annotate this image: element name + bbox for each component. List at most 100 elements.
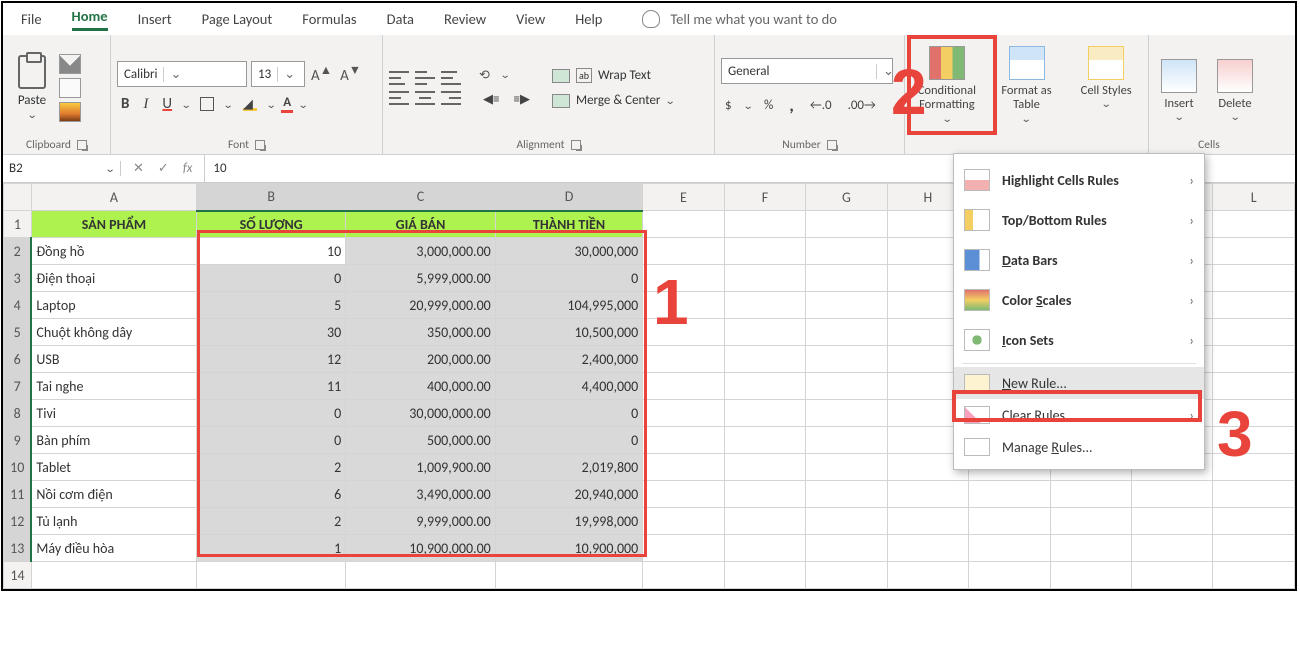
cell-total[interactable]: 19,998,000 [495, 508, 642, 535]
tab-file[interactable]: File [21, 10, 42, 28]
col-header-A[interactable]: A [31, 184, 196, 211]
cell-product[interactable]: Tai nghe [31, 373, 196, 400]
cell-product[interactable]: Bàn phím [31, 427, 196, 454]
tab-page-layout[interactable]: Page Layout [202, 10, 273, 28]
format-painter-button[interactable] [59, 102, 81, 122]
fx-button[interactable]: fx [183, 161, 193, 176]
cell-qty[interactable]: 11 [197, 373, 346, 400]
col-header-F[interactable]: F [724, 184, 805, 211]
tab-view[interactable]: View [516, 10, 545, 28]
insert-cells-button[interactable]: Insert⌄ [1155, 59, 1203, 123]
comma-button[interactable]: , [785, 92, 798, 118]
cell-product[interactable]: Tủ lạnh [31, 508, 196, 535]
cell-qty[interactable]: 6 [197, 481, 346, 508]
increase-decimal-button[interactable]: ←.0 [806, 96, 836, 115]
cell-total[interactable]: 0 [495, 400, 642, 427]
tab-insert[interactable]: Insert [138, 10, 172, 28]
table-header[interactable]: THÀNH TIỀN [495, 211, 642, 238]
cell-qty[interactable]: 5 [197, 292, 346, 319]
cell-price[interactable]: 1,009,900.00 [346, 454, 496, 481]
cell-total[interactable]: 2,019,800 [495, 454, 642, 481]
col-header-C[interactable]: C [346, 184, 496, 211]
tab-review[interactable]: Review [444, 10, 486, 28]
decrease-font-button[interactable]: A▼ [338, 63, 363, 85]
col-header-G[interactable]: G [806, 184, 887, 211]
cell-qty[interactable]: 0 [197, 400, 346, 427]
cell-price[interactable]: 350,000.00 [346, 319, 496, 346]
cell-total[interactable]: 0 [495, 427, 642, 454]
cell-price[interactable]: 500,000.00 [346, 427, 496, 454]
col-header-E[interactable]: E [643, 184, 724, 211]
cell-product[interactable]: Điện thoại [31, 265, 196, 292]
row-header[interactable]: 2 [4, 238, 32, 265]
menu-new-rule[interactable]: New Rule... [954, 367, 1204, 399]
cell-price[interactable]: 400,000.00 [346, 373, 496, 400]
cancel-formula-button[interactable]: ✕ [133, 161, 144, 176]
clipboard-dialog-launcher[interactable] [77, 140, 87, 150]
cell-total[interactable]: 10,500,000 [495, 319, 642, 346]
row-header[interactable]: 11 [4, 481, 32, 508]
table-header[interactable]: SẢN PHẨM [31, 211, 196, 238]
bold-button[interactable]: B [117, 93, 133, 115]
cell-price[interactable]: 200,000.00 [346, 346, 496, 373]
cell-styles-button[interactable]: Cell Styles⌄ [1070, 46, 1142, 110]
align-center-button[interactable] [415, 91, 435, 105]
increase-indent-button[interactable]: ≡▶ [509, 90, 533, 109]
menu-data-bars[interactable]: Data Bars› [954, 240, 1204, 280]
menu-top-bottom-rules[interactable]: Top/Bottom Rules› [954, 200, 1204, 240]
select-all-corner[interactable] [4, 184, 32, 211]
font-color-button[interactable]: A [281, 95, 293, 113]
align-right-button[interactable] [441, 91, 461, 105]
alignment-dialog-launcher[interactable] [571, 140, 581, 150]
menu-color-scales[interactable]: Color Scales› [954, 280, 1204, 320]
formula-value[interactable]: 10 [205, 161, 226, 176]
percent-button[interactable]: % [760, 96, 777, 115]
font-size-combo[interactable]: 13⌄ [251, 61, 305, 87]
col-header-L[interactable]: L [1213, 184, 1295, 211]
font-dialog-launcher[interactable] [255, 140, 265, 150]
menu-icon-sets[interactable]: Icon Sets› [954, 320, 1204, 360]
increase-font-button[interactable]: A▲ [309, 63, 334, 85]
font-name-combo[interactable]: Calibri⌄ [117, 61, 247, 87]
cell-price[interactable]: 10,900,000.00 [346, 535, 496, 562]
tab-formulas[interactable]: Formulas [302, 10, 356, 28]
cell-total[interactable]: 2,400,000 [495, 346, 642, 373]
decrease-decimal-button[interactable]: .00→ [844, 96, 880, 115]
align-left-button[interactable] [389, 91, 409, 105]
fill-color-button[interactable]: ◢ [239, 95, 261, 113]
cell-product[interactable]: Laptop [31, 292, 196, 319]
align-bottom-button[interactable] [441, 71, 461, 85]
underline-button[interactable]: U [158, 93, 176, 115]
cell-qty[interactable]: 10 [197, 238, 346, 265]
menu-highlight-rules[interactable]: Highlight Cells Rules› [954, 160, 1204, 200]
copy-button[interactable] [59, 78, 81, 98]
cell-product[interactable]: Đồng hồ [31, 238, 196, 265]
cell-qty[interactable]: 30 [197, 319, 346, 346]
italic-button[interactable]: I [139, 94, 152, 115]
cell-price[interactable]: 9,999,000.00 [346, 508, 496, 535]
cell-total[interactable]: 10,900,000 [495, 535, 642, 562]
number-dialog-launcher[interactable] [827, 140, 837, 150]
cell-product[interactable]: Máy điều hòa [31, 535, 196, 562]
tab-home[interactable]: Home [72, 7, 108, 31]
delete-cells-button[interactable]: Delete⌄ [1211, 59, 1259, 123]
cell-price[interactable]: 3,490,000.00 [346, 481, 496, 508]
cell-product[interactable]: Tivi [31, 400, 196, 427]
align-top-button[interactable] [389, 71, 409, 85]
table-header[interactable]: GIÁ BÁN [346, 211, 496, 238]
cell-qty[interactable]: 2 [197, 508, 346, 535]
cell-total[interactable]: 30,000,000 [495, 238, 642, 265]
tab-help[interactable]: Help [575, 10, 602, 28]
row-header[interactable]: 1 [4, 211, 32, 238]
name-box[interactable]: B2⌄ [3, 161, 121, 176]
cell-price[interactable]: 20,999,000.00 [346, 292, 496, 319]
cell-qty[interactable]: 1 [197, 535, 346, 562]
merge-center-button[interactable]: Merge & Center⌄ [552, 93, 675, 108]
row-header[interactable]: 8 [4, 400, 32, 427]
cell-qty[interactable]: 0 [197, 427, 346, 454]
row-header[interactable]: 9 [4, 427, 32, 454]
row-header[interactable]: 14 [4, 562, 32, 589]
row-header[interactable]: 12 [4, 508, 32, 535]
orientation-button[interactable]: ⟲ [479, 68, 495, 84]
number-format-combo[interactable]: General⌄ [721, 58, 893, 84]
